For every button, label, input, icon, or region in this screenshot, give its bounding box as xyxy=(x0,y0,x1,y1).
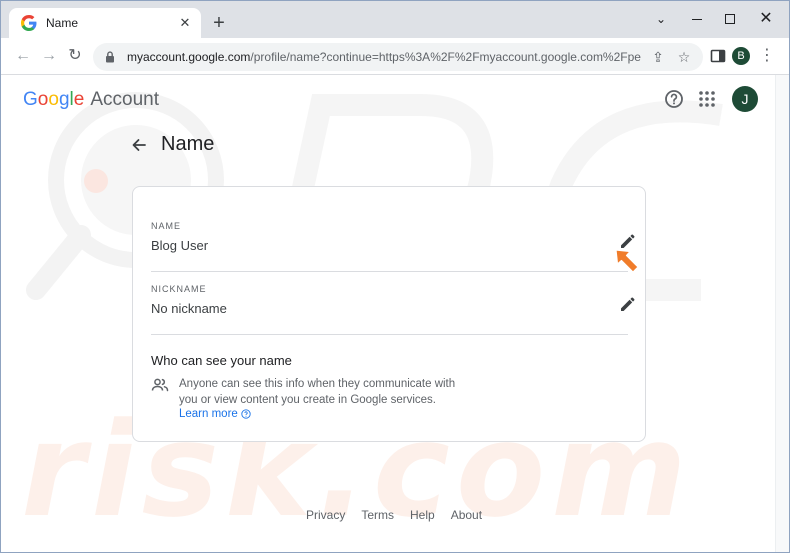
forward-button[interactable]: → xyxy=(37,44,61,68)
browser-toolbar: ← → ↻ myaccount.google.com/profile/name?… xyxy=(1,38,789,75)
footer-terms-link[interactable]: Terms xyxy=(361,508,394,522)
brand-letter: e xyxy=(73,89,85,110)
google-favicon-icon xyxy=(21,15,37,31)
page-title: Name xyxy=(161,133,215,155)
brand-letter: G xyxy=(23,89,38,110)
name-settings-card: NAME Blog User NICKNAME No nickname Who … xyxy=(132,186,646,442)
nickname-field-row[interactable]: NICKNAME No nickname xyxy=(151,272,635,335)
learn-more-label: Learn more xyxy=(179,408,238,420)
url-path: /profile/name?continue=https%3A%2F%2Fmya… xyxy=(250,50,641,64)
edit-nickname-pencil-icon[interactable] xyxy=(618,296,636,314)
new-tab-button[interactable]: + xyxy=(207,11,231,35)
help-icon[interactable] xyxy=(664,89,684,109)
back-arrow-icon[interactable] xyxy=(129,135,149,155)
tab-close-icon[interactable]: ✕ xyxy=(177,15,193,31)
footer-help-link[interactable]: Help xyxy=(410,508,435,522)
footer-privacy-link[interactable]: Privacy xyxy=(306,508,345,522)
close-window-button[interactable]: ✕ xyxy=(750,7,782,31)
page-header: Name xyxy=(129,133,214,156)
visibility-description: Anyone can see this info when they commu… xyxy=(179,378,456,406)
browser-window: Name ✕ + ⌄ ✕ ← → ↻ myaccount.google.com/… xyxy=(0,0,790,553)
maximize-icon xyxy=(725,14,735,24)
apps-grid-icon[interactable] xyxy=(697,89,717,109)
reload-button[interactable]: ↻ xyxy=(63,44,87,68)
footer-about-link[interactable]: About xyxy=(451,508,482,522)
page-scrollbar[interactable] xyxy=(775,75,789,552)
tab-search-icon[interactable]: ⌄ xyxy=(645,7,677,31)
nickname-value: No nickname xyxy=(151,301,227,316)
people-icon xyxy=(151,378,169,392)
brand-suffix: Account xyxy=(90,89,159,110)
share-icon[interactable]: ⇪ xyxy=(649,48,667,66)
side-panel-icon[interactable] xyxy=(708,46,728,66)
name-label: NAME xyxy=(151,221,182,231)
url-text: myaccount.google.com/profile/name?contin… xyxy=(127,50,641,64)
url-host: myaccount.google.com xyxy=(127,50,251,64)
info-circle-icon xyxy=(241,409,251,419)
minimize-icon xyxy=(692,19,702,20)
account-avatar[interactable]: J xyxy=(732,86,758,112)
tab-name[interactable]: Name ✕ xyxy=(9,8,201,38)
lock-icon xyxy=(106,51,114,63)
brand-letter: o xyxy=(37,89,49,110)
nickname-label: NICKNAME xyxy=(151,284,207,294)
tab-strip: Name ✕ + ⌄ ✕ xyxy=(1,1,789,38)
footer-links: Privacy Terms Help About xyxy=(306,508,482,522)
brand-letter: o xyxy=(48,89,59,110)
learn-more-link[interactable]: Learn more xyxy=(179,408,251,420)
page-content: risk.com Google Account J Name NAME Blog… xyxy=(1,75,789,552)
back-button[interactable]: ← xyxy=(11,44,35,68)
orange-arrow-pointer-icon xyxy=(615,249,639,273)
maximize-button[interactable] xyxy=(714,7,746,31)
visibility-heading: Who can see your name xyxy=(151,353,292,368)
address-bar[interactable]: myaccount.google.com/profile/name?contin… xyxy=(93,43,703,71)
browser-profile-avatar[interactable]: B xyxy=(732,47,750,65)
bookmark-star-icon[interactable]: ☆ xyxy=(675,48,693,66)
name-field-row[interactable]: NAME Blog User xyxy=(151,209,635,272)
brand-letter: g xyxy=(58,89,70,110)
tab-title: Name xyxy=(46,16,79,30)
google-account-logo[interactable]: Google Account xyxy=(23,89,159,111)
minimize-button[interactable] xyxy=(681,7,713,31)
name-value: Blog User xyxy=(151,238,209,253)
browser-menu-icon[interactable]: ⋮ xyxy=(757,46,777,66)
